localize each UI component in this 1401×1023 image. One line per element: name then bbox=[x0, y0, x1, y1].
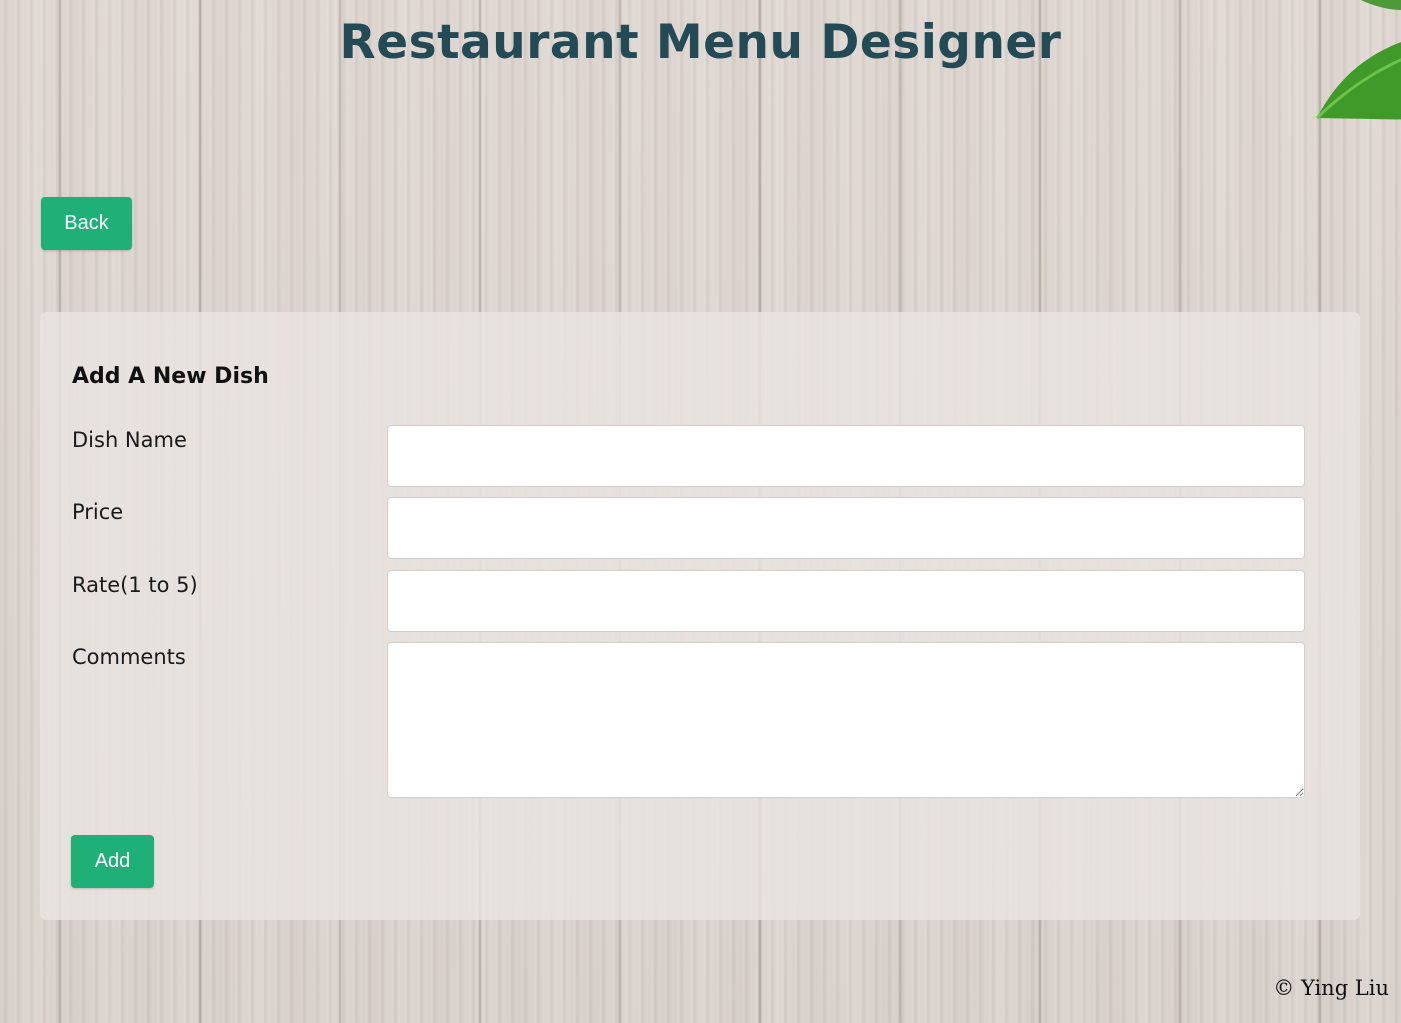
add-button[interactable]: Add bbox=[71, 835, 154, 888]
form-heading: Add A New Dish bbox=[72, 364, 269, 389]
copyright-text: © Ying Liu bbox=[1273, 976, 1389, 1000]
dish-name-label: Dish Name bbox=[72, 428, 187, 452]
comments-label: Comments bbox=[72, 645, 186, 669]
dish-name-input[interactable] bbox=[387, 425, 1305, 487]
rate-input[interactable] bbox=[387, 570, 1305, 632]
page-title: Restaurant Menu Designer bbox=[339, 15, 1062, 70]
comments-textarea[interactable] bbox=[387, 642, 1305, 798]
price-input[interactable] bbox=[387, 497, 1305, 559]
rate-label: Rate(1 to 5) bbox=[72, 573, 198, 597]
back-button[interactable]: Back bbox=[41, 197, 132, 250]
add-dish-panel: Add A New Dish Dish Name Price Rate(1 to… bbox=[40, 312, 1360, 920]
price-label: Price bbox=[72, 500, 124, 524]
